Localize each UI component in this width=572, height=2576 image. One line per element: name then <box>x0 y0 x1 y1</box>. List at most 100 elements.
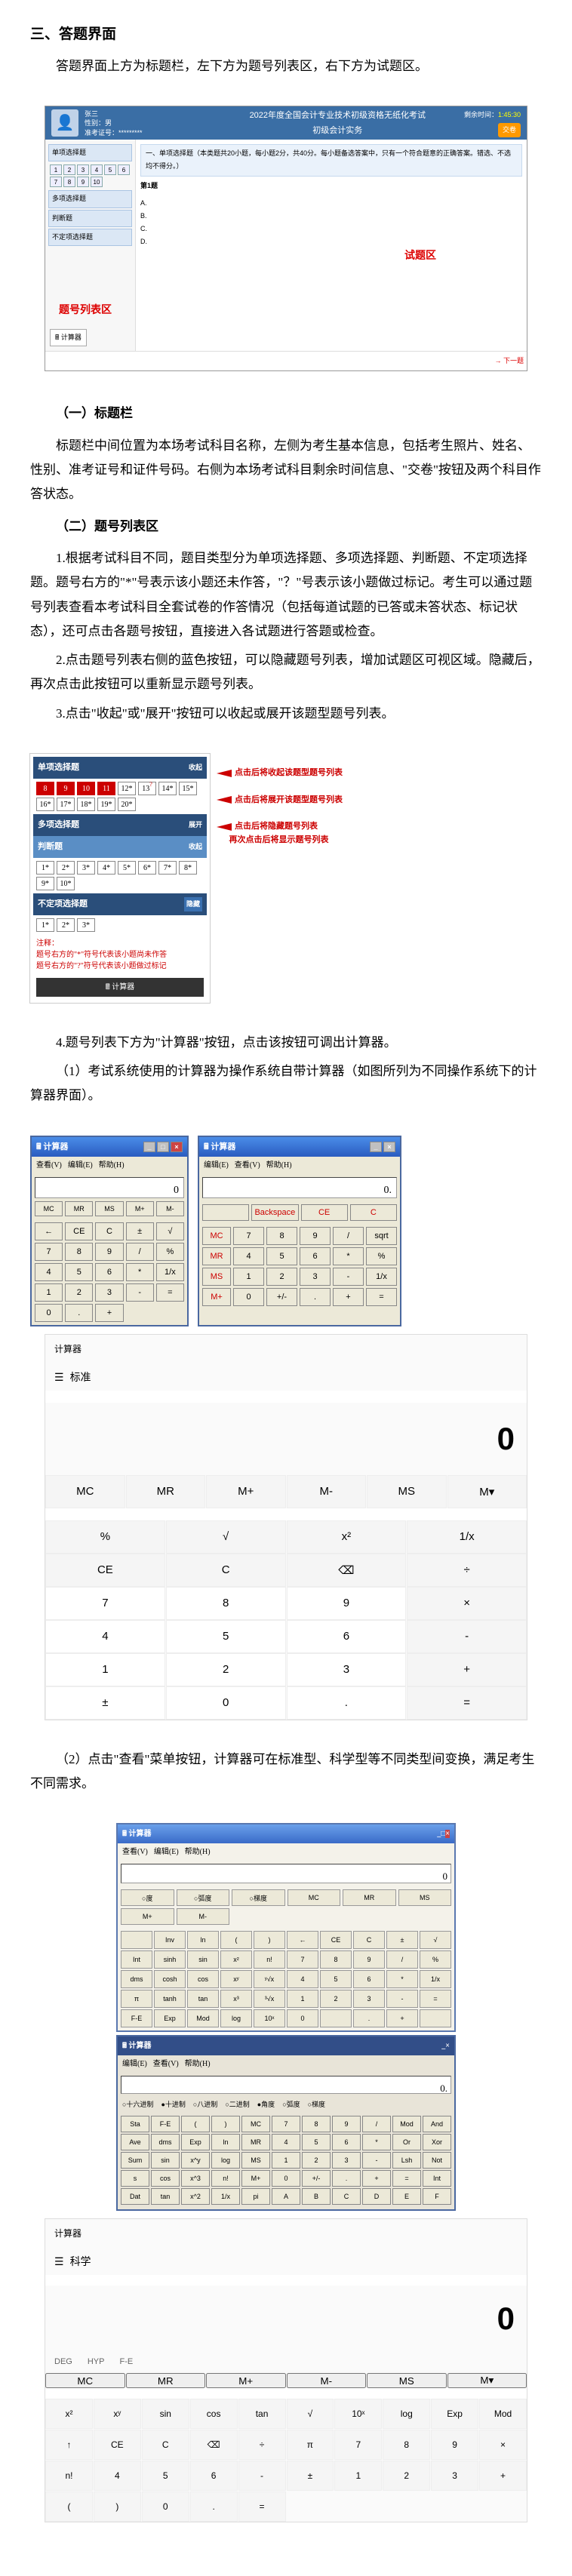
calc-key[interactable]: M+ <box>241 2170 270 2187</box>
calc-key[interactable]: × <box>407 1587 527 1620</box>
calc-key[interactable]: 3 <box>300 1268 331 1286</box>
calc-key[interactable]: % <box>156 1243 184 1261</box>
calc-key[interactable]: 1 <box>272 2152 300 2169</box>
calc-key[interactable]: 3 <box>287 1653 407 1686</box>
calc-key[interactable]: log <box>211 2152 240 2169</box>
calc-key[interactable]: C <box>166 1554 286 1587</box>
calc-key[interactable]: * <box>386 1970 418 1988</box>
calc-key[interactable]: 5 <box>166 1620 286 1653</box>
calc-key[interactable]: M▾ <box>447 2373 527 2388</box>
calc-key[interactable]: F-E <box>121 2009 152 2027</box>
calc-key[interactable]: - <box>238 2461 286 2491</box>
calc-key[interactable]: / <box>126 1243 154 1261</box>
calc-key[interactable]: - <box>362 2152 391 2169</box>
calc-key[interactable]: dms <box>151 2134 180 2150</box>
calc-key[interactable]: 6 <box>353 1970 385 1988</box>
calc-key[interactable]: = <box>392 2170 421 2187</box>
calc-key[interactable]: Or <box>392 2134 421 2150</box>
calc-key[interactable]: sin <box>151 2152 180 2169</box>
qtype-multi[interactable]: 多项选择题 <box>48 190 132 207</box>
submit-button[interactable]: 交卷 <box>498 123 521 137</box>
calc-key[interactable]: 9 <box>431 2430 478 2460</box>
calc-key[interactable]: 5 <box>320 1970 352 1988</box>
calc-key[interactable]: sin <box>142 2399 189 2429</box>
calc-key[interactable]: 1/x <box>211 2188 240 2205</box>
calc-key[interactable]: ← <box>287 1931 318 1949</box>
calc-key[interactable]: x² <box>220 1950 252 1969</box>
calc-key[interactable]: / <box>333 1227 364 1245</box>
calc-key[interactable]: * <box>333 1247 364 1265</box>
calc-key[interactable]: 8 <box>166 1587 286 1620</box>
calc-key[interactable]: MS <box>95 1201 123 1216</box>
calc-key[interactable]: Ave <box>121 2134 149 2150</box>
calc-key[interactable]: ln <box>187 1931 219 1949</box>
calc-key[interactable]: 7 <box>287 1950 318 1969</box>
calc-key[interactable]: - <box>407 1620 527 1653</box>
calc-key[interactable]: ) <box>211 2116 240 2132</box>
calc-key[interactable]: × <box>479 2430 527 2460</box>
calc-key[interactable]: Mod <box>479 2399 527 2429</box>
calc-key[interactable]: 8 <box>320 1950 352 1969</box>
calc-key[interactable]: / <box>386 1950 418 1969</box>
calc-key[interactable]: 6 <box>95 1263 123 1281</box>
calc-key[interactable]: 2 <box>266 1268 297 1286</box>
calc-key[interactable]: 3 <box>95 1283 123 1302</box>
calc-key[interactable]: Dat <box>121 2188 149 2205</box>
calc-key[interactable]: π <box>287 2430 334 2460</box>
calc-key[interactable]: Xor <box>423 2134 451 2150</box>
calc-key[interactable]: 8 <box>266 1227 297 1245</box>
calc-key[interactable]: Exp <box>431 2399 478 2429</box>
calc-key[interactable]: tan <box>187 1990 219 2008</box>
calc-key[interactable]: 7 <box>334 2430 382 2460</box>
qtype-indef[interactable]: 不定项选择题 <box>48 229 132 246</box>
calc-key[interactable]: ○弧度 <box>177 1889 230 1906</box>
calc-key[interactable]: * <box>126 1263 154 1281</box>
calc-key[interactable]: MS <box>367 2373 447 2388</box>
calc-key[interactable]: MC <box>45 2373 125 2388</box>
calc-key[interactable]: MR <box>202 1247 231 1265</box>
calc-key[interactable]: 1/x <box>156 1263 184 1281</box>
calc-key[interactable]: dms <box>121 1970 152 1988</box>
calc-key[interactable]: sin <box>187 1950 219 1969</box>
calc-key[interactable]: 9 <box>300 1227 331 1245</box>
calc-key[interactable]: 4 <box>35 1263 63 1281</box>
calc-key[interactable] <box>320 2009 352 2027</box>
calc-key[interactable]: A <box>272 2188 300 2205</box>
calc-key[interactable]: ± <box>287 2461 334 2491</box>
calc-key[interactable]: 7 <box>272 2116 300 2132</box>
calc-key[interactable]: pi <box>241 2188 270 2205</box>
calc-key[interactable]: cos <box>187 1970 219 1988</box>
menu-help[interactable]: 帮助(H) <box>99 1161 125 1170</box>
mode-toggle[interactable]: DEG <box>54 2354 72 2370</box>
calc-key[interactable]: CE <box>320 1931 352 1949</box>
calc-key[interactable]: = <box>407 1686 527 1720</box>
calc-key[interactable]: 9 <box>95 1243 123 1261</box>
calc-key[interactable]: % <box>420 1950 451 1969</box>
calc-key[interactable]: 10ˣ <box>334 2399 382 2429</box>
calc-key[interactable]: 9 <box>332 2116 361 2132</box>
calc-key[interactable]: + <box>407 1653 527 1686</box>
calc-key[interactable]: MS <box>398 1889 452 1906</box>
calc-key[interactable]: 5 <box>65 1263 93 1281</box>
calc-key[interactable]: C <box>332 2188 361 2205</box>
bar-indef[interactable]: 不定项选择题隐藏 <box>33 893 207 915</box>
calc-key[interactable]: Int <box>121 1950 152 1969</box>
calc-key[interactable]: 5 <box>266 1247 297 1265</box>
menu-view[interactable]: 查看(V) <box>235 1161 260 1170</box>
calc-key[interactable]: MR <box>65 1201 93 1216</box>
calc-key[interactable]: M- <box>177 1908 230 1925</box>
calc-key[interactable]: 6 <box>332 2134 361 2150</box>
calc-key[interactable]: 7 <box>45 1587 165 1620</box>
bar-multi[interactable]: 多项选择题展开 <box>33 814 207 836</box>
calc-key[interactable]: x^3 <box>181 2170 210 2187</box>
maximize-icon[interactable]: □ <box>157 1142 169 1152</box>
calc-key[interactable]: Exp <box>181 2134 210 2150</box>
calc-key[interactable]: Mod <box>392 2116 421 2132</box>
calc-key[interactable]: MR <box>126 1475 206 1508</box>
calc-key[interactable]: 3 <box>332 2152 361 2169</box>
calc-key[interactable]: tanh <box>154 1990 186 2008</box>
minimize-icon[interactable]: _ <box>370 1142 382 1152</box>
calc-key[interactable]: C <box>350 1204 397 1221</box>
calc-key[interactable]: + <box>479 2461 527 2491</box>
calc-key[interactable]: M+ <box>121 1908 174 1925</box>
